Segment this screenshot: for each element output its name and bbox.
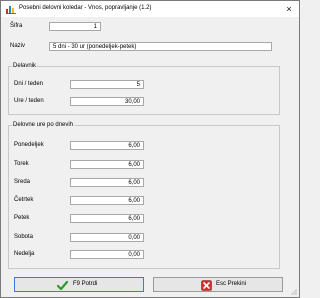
- confirm-button[interactable]: F9 Potrdi: [14, 277, 144, 292]
- title-bar: Posebni delovni koledar - Vnos, popravlj…: [1, 1, 299, 17]
- calendar-app-icon: [6, 6, 16, 14]
- cancel-button-label: Esc Prekini: [216, 281, 247, 287]
- day-label-cetrtek: Četrtek: [14, 197, 34, 203]
- delovne-ure-group: Delovne ure po dnevih Ponedeljek 6,00 To…: [8, 122, 280, 269]
- sifra-field[interactable]: 1: [49, 22, 101, 31]
- day-field-ponedeljek[interactable]: 6,00: [70, 141, 144, 150]
- day-label-torek: Torek: [14, 161, 29, 167]
- close-button[interactable]: ×: [282, 3, 296, 15]
- sifra-label: Šifra: [10, 23, 23, 29]
- delavnik-group: Delavnik Dni / teden 5 Ure / teden 30,00: [8, 63, 280, 115]
- window-title: Posebni delovni koledar - Vnos, popravlj…: [19, 5, 152, 11]
- day-label-sobota: Sobota: [14, 234, 34, 240]
- ure-teden-field[interactable]: 30,00: [70, 97, 144, 106]
- day-field-sobota[interactable]: 0,00: [70, 233, 144, 242]
- red-x-icon: [201, 280, 212, 291]
- day-field-petek[interactable]: 6,00: [70, 214, 144, 223]
- naziv-label: Naziv: [10, 43, 26, 49]
- resize-grip-icon[interactable]: [291, 289, 297, 295]
- dni-teden-label: Dni / teden: [14, 81, 44, 87]
- delovne-ure-group-title: Delovne ure po dnevih: [12, 122, 75, 128]
- day-label-petek: Petek: [14, 215, 30, 221]
- day-field-sreda[interactable]: 6,00: [70, 178, 144, 187]
- dni-teden-field[interactable]: 5: [70, 80, 144, 89]
- cancel-button[interactable]: Esc Prekini: [153, 277, 283, 292]
- confirm-button-label: F9 Potrdi: [73, 281, 98, 287]
- delavnik-group-title: Delavnik: [12, 63, 38, 69]
- day-field-cetrtek[interactable]: 6,00: [70, 196, 144, 205]
- day-field-nedelja[interactable]: 0,00: [70, 250, 144, 259]
- day-field-torek[interactable]: 6,00: [70, 160, 144, 169]
- naziv-field[interactable]: 5 dni - 30 ur (ponedeljek-petek): [49, 42, 272, 51]
- green-checkmark-icon: [57, 280, 68, 291]
- day-label-nedelja: Nedelja: [14, 251, 35, 257]
- day-label-ponedeljek: Ponedeljek: [14, 142, 44, 148]
- day-label-sreda: Sreda: [14, 179, 31, 185]
- dialog-window: Posebni delovni koledar - Vnos, popravlj…: [0, 0, 300, 298]
- ure-teden-label: Ure / teden: [14, 98, 44, 104]
